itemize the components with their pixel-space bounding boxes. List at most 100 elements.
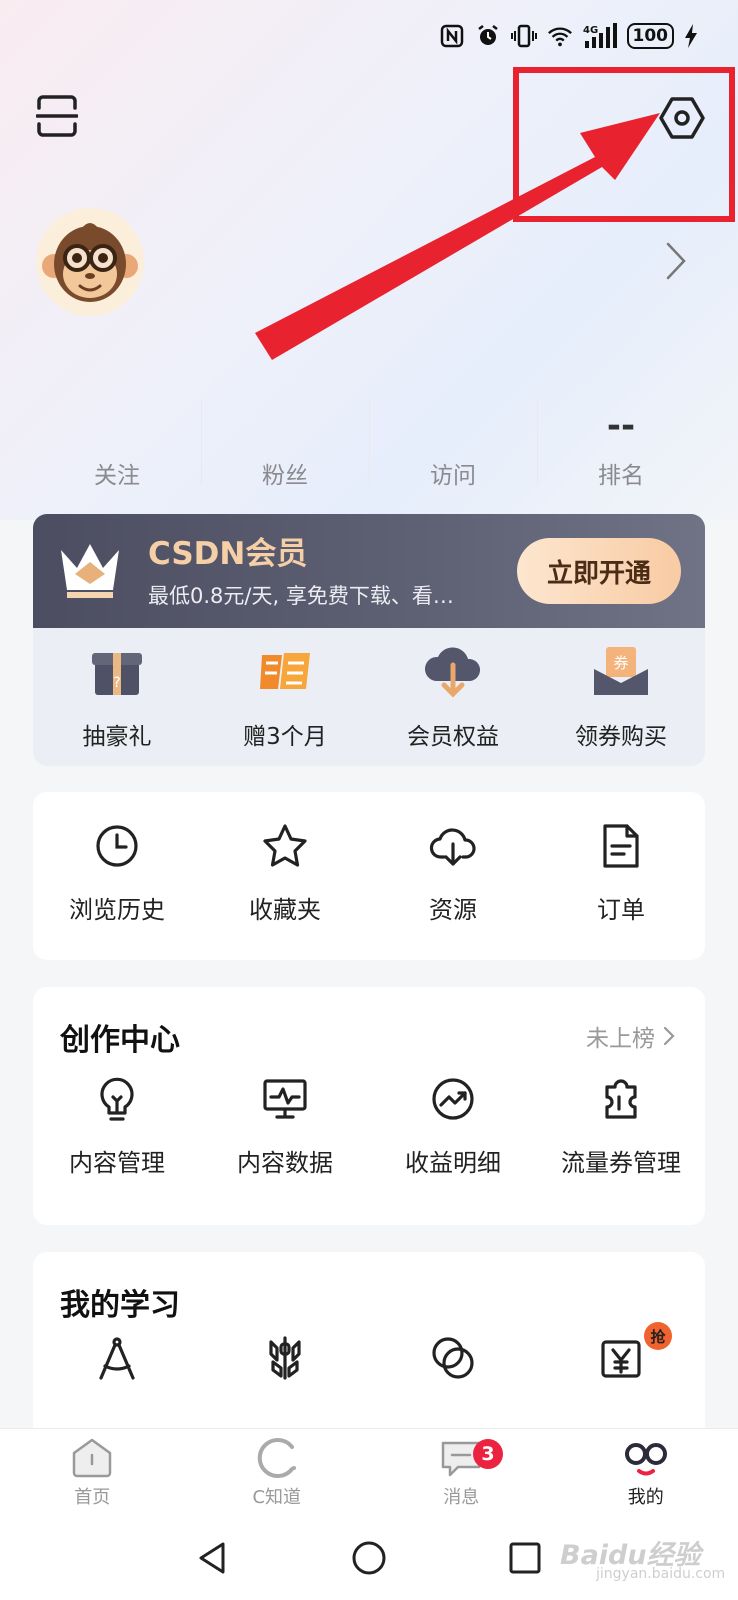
creator-item-label: 内容数据 [237, 1149, 333, 1177]
lightbulb-icon [100, 1077, 134, 1121]
vip-item-label: 领券购买 [575, 724, 667, 750]
tool-resources[interactable]: 资源 [369, 822, 537, 925]
circles-icon [432, 1337, 474, 1379]
stat-visits[interactable]: 访问 [369, 395, 537, 490]
stat-ranking[interactable]: -- 排名 [537, 395, 705, 490]
chevron-right-icon [663, 1026, 675, 1046]
coupon-icon: 券 [594, 647, 648, 695]
vip-subtitle: 最低0.8元/天, 享免费下载、看… [148, 584, 454, 608]
home-icon [73, 1438, 112, 1477]
battery-icon: 100 [626, 23, 674, 49]
creator-item-label: 流量券管理 [561, 1149, 681, 1177]
scan-icon [35, 95, 79, 137]
wheat-icon [269, 1336, 301, 1380]
crown-icon [61, 544, 119, 598]
learning-item-4[interactable]: 抢 [537, 1322, 705, 1382]
vip-benefits: ? 抽豪礼 赠3个月 会员权益 券 领券购买 [33, 628, 705, 766]
alarm-icon [475, 23, 501, 49]
signal-icon: 4G [583, 23, 617, 49]
vip-item-label: 抽豪礼 [82, 724, 152, 750]
stat-label: 排名 [598, 463, 644, 489]
vip-item-coupon[interactable]: 券 领券购买 [537, 628, 705, 766]
my-learning-card: 我的学习 抢 [33, 1252, 705, 1442]
tool-label: 资源 [429, 896, 477, 924]
trend-up-icon [432, 1078, 474, 1120]
tool-label: 订单 [597, 896, 645, 924]
vip-item-benefits[interactable]: 会员权益 [369, 628, 537, 766]
monitor-chart-icon [263, 1079, 307, 1119]
tab-home[interactable]: 首页 [0, 1429, 185, 1516]
ticket-icon [605, 1079, 637, 1119]
home-circle-icon[interactable] [351, 1540, 387, 1576]
star-icon [263, 824, 307, 867]
creator-item-label: 收益明细 [405, 1149, 501, 1177]
creator-content-data[interactable]: 内容数据 [201, 1075, 369, 1178]
open-vip-button[interactable]: 立即开通 [517, 538, 681, 604]
scan-button[interactable] [35, 95, 79, 137]
profile-detail-chevron-icon[interactable] [664, 240, 688, 282]
my-learning-title: 我的学习 [60, 1288, 180, 1323]
bottom-tab-bar: 首页 C知道 消息 3 我的 [0, 1428, 738, 1516]
tab-messages[interactable]: 消息 3 [369, 1429, 554, 1516]
stat-followers[interactable]: 粉丝 [201, 395, 369, 490]
svg-text:券: 券 [613, 654, 628, 672]
stat-following[interactable]: 关注 [33, 395, 201, 490]
status-bar: 4G 100 [439, 14, 699, 58]
creation-center-card: 创作中心 未上榜 内容管理 内容数据 收益明细 流量券管理 [33, 987, 705, 1225]
creation-center-title: 创作中心 [60, 1023, 180, 1058]
gift-zeng-icon [260, 653, 310, 689]
avatar[interactable] [36, 208, 144, 316]
tool-label: 收藏夹 [249, 896, 321, 924]
wifi-icon [547, 23, 573, 49]
profile-stats: 关注 粉丝 访问 -- 排名 [33, 395, 705, 490]
mystery-box-icon: ? [92, 653, 142, 695]
quick-tools-card: 浏览历史 收藏夹 资源 订单 [33, 792, 705, 960]
c-icon [257, 1437, 296, 1478]
ranking-link-label: 未上榜 [586, 1026, 655, 1052]
recents-icon[interactable] [507, 1540, 543, 1576]
vip-card: CSDN会员 最低0.8元/天, 享免费下载、看… 立即开通 ? 抽豪礼 赠3个… [33, 514, 705, 766]
creator-earnings[interactable]: 收益明细 [369, 1075, 537, 1178]
tab-c-zhidao[interactable]: C知道 [185, 1429, 370, 1516]
vip-item-gift-3-months[interactable]: 赠3个月 [201, 628, 369, 766]
tab-mine[interactable]: 我的 [554, 1429, 738, 1516]
cloud-download-icon [424, 647, 481, 698]
watermark-url: jingyan.baidu.com [596, 1566, 726, 1582]
document-icon [603, 824, 639, 868]
ranking-link[interactable]: 未上榜 [586, 1019, 675, 1053]
stat-label: 访问 [430, 463, 476, 489]
profile-glasses-icon [624, 1442, 667, 1475]
tab-label: C知道 [252, 1486, 302, 1508]
creator-content-management[interactable]: 内容管理 [33, 1075, 201, 1178]
learning-item-3[interactable] [369, 1334, 537, 1382]
vip-title: CSDN会员 [148, 536, 308, 572]
annotation-arrow-icon [255, 113, 660, 360]
vip-item-lucky-draw[interactable]: ? 抽豪礼 [33, 628, 201, 766]
clock-icon [96, 825, 138, 867]
tool-browse-history[interactable]: 浏览历史 [33, 822, 201, 925]
back-icon[interactable] [195, 1540, 231, 1576]
compass-icon [99, 1337, 135, 1380]
vibrate-icon [510, 23, 537, 49]
tab-label: 首页 [74, 1486, 111, 1508]
vip-item-label: 会员权益 [407, 724, 499, 750]
tool-favorites[interactable]: 收藏夹 [201, 822, 369, 925]
vip-banner[interactable]: CSDN会员 最低0.8元/天, 享免费下载、看… 立即开通 [33, 514, 705, 628]
monkey-avatar-icon [36, 208, 144, 316]
tool-label: 浏览历史 [69, 896, 165, 924]
tab-label: 我的 [627, 1486, 664, 1508]
stat-label: 关注 [94, 463, 140, 489]
creator-item-label: 内容管理 [69, 1149, 165, 1177]
creator-traffic-coupon[interactable]: 流量券管理 [537, 1075, 705, 1178]
vip-item-label: 赠3个月 [243, 724, 327, 750]
learning-item-2[interactable] [201, 1334, 369, 1382]
stat-value: -- [606, 406, 636, 446]
battery-level: 100 [632, 26, 669, 46]
nfc-icon [439, 23, 465, 49]
learning-item-1[interactable] [33, 1334, 201, 1382]
tab-label: 消息 [443, 1486, 480, 1508]
stat-label: 粉丝 [262, 463, 308, 489]
tool-orders[interactable]: 订单 [537, 822, 705, 925]
cloud-download-icon [429, 828, 476, 866]
charging-icon [684, 23, 698, 49]
